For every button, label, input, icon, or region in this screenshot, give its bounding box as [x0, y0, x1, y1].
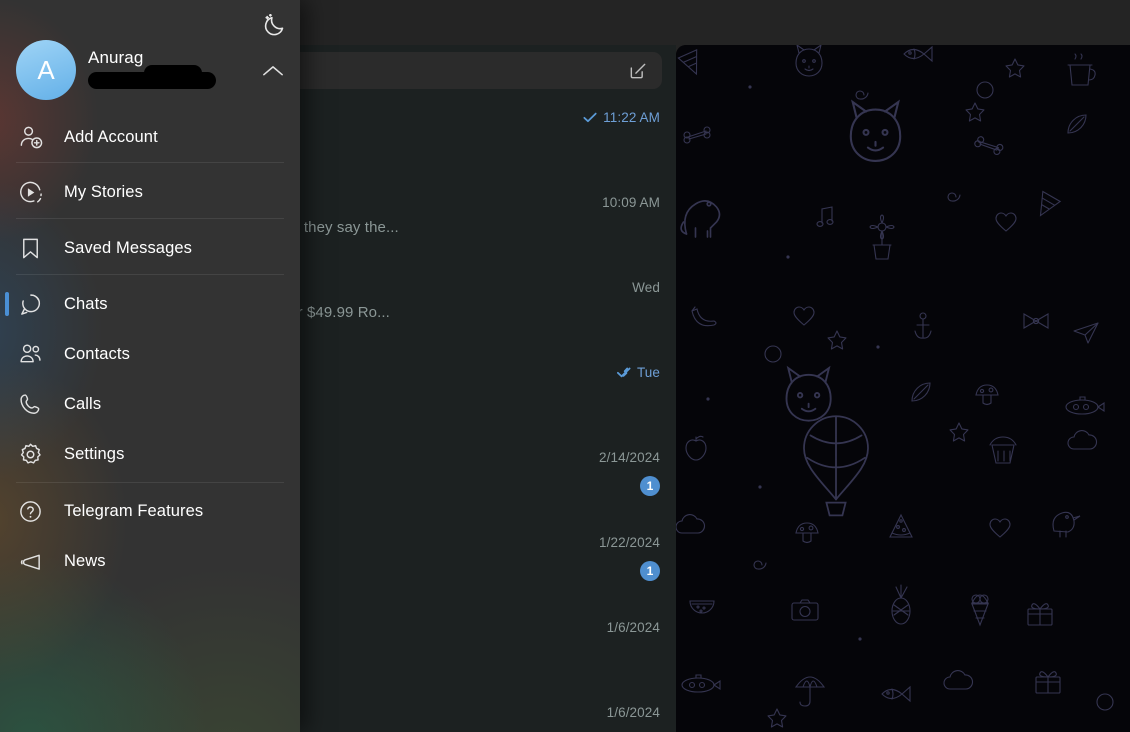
phone-icon — [17, 391, 43, 417]
unread-badge: 1 — [640, 561, 660, 581]
active-indicator — [5, 292, 9, 316]
single-check-icon — [583, 112, 598, 123]
bookmark-icon — [17, 235, 43, 261]
chat-bubble-icon — [17, 291, 43, 317]
chat-row-time: 10:09 AM — [602, 195, 660, 210]
chat-pane — [676, 45, 1130, 732]
menu-item-settings[interactable]: Settings — [0, 429, 300, 479]
profile-phone-redacted — [88, 65, 216, 89]
menu-item-label: Contacts — [64, 344, 130, 363]
menu-item-saved-messages[interactable]: Saved Messages — [0, 223, 300, 273]
menu-item-label: Add Account — [64, 127, 158, 146]
chat-row-meta: Tue — [616, 365, 660, 380]
chat-row-meta: 1/6/2024 — [607, 705, 660, 720]
menu-item-label: News — [64, 551, 106, 570]
chat-row-time: Tue — [636, 365, 660, 380]
stories-icon — [17, 179, 43, 205]
double-check-icon — [616, 367, 632, 378]
main-menu-drawer: A Anurag Add Account My Stories Saved Me… — [0, 0, 300, 732]
megaphone-icon — [17, 548, 43, 574]
moon-icon[interactable] — [260, 12, 288, 40]
menu-item-label: Saved Messages — [64, 238, 192, 257]
chat-row-meta: 11:22 AM — [583, 110, 660, 125]
chat-row-time: 2/14/2024 — [599, 450, 660, 465]
menu-item-label: Chats — [64, 294, 108, 313]
chat-row-meta: 1/6/2024 — [607, 620, 660, 635]
chat-row-meta: 10:09 AM — [602, 195, 660, 210]
menu-item-label: My Stories — [64, 182, 143, 201]
avatar[interactable]: A — [16, 40, 76, 100]
contacts-icon — [17, 341, 43, 367]
chat-row-time: 1/22/2024 — [599, 535, 660, 550]
gear-icon — [17, 441, 43, 467]
menu-item-chats[interactable]: Chats — [0, 279, 300, 329]
divider — [16, 274, 284, 275]
doodle-wallpaper — [676, 45, 1130, 732]
divider — [16, 162, 284, 163]
profile-header[interactable]: A Anurag — [0, 40, 300, 104]
menu-item-label: Telegram Features — [64, 501, 204, 520]
divider — [16, 482, 284, 483]
divider — [16, 218, 284, 219]
question-circle-icon — [17, 498, 43, 524]
menu-item-add-account[interactable]: Add Account — [0, 112, 300, 162]
menu-item-calls[interactable]: Calls — [0, 379, 300, 429]
menu-item-news[interactable]: News — [0, 536, 300, 586]
chat-row-time: 11:22 AM — [603, 110, 660, 125]
menu-item-label: Settings — [64, 444, 125, 463]
profile-name: Anurag — [88, 48, 144, 67]
menu-item-contacts[interactable]: Contacts — [0, 329, 300, 379]
unread-badge: 1 — [640, 476, 660, 496]
compose-icon[interactable] — [628, 61, 648, 81]
chat-row-time: 1/6/2024 — [606, 620, 660, 635]
chat-row-meta: 2/14/2024 — [599, 450, 660, 465]
telegram-window: 11:22 AM 10:09 AM give this code to anyo… — [0, 0, 1130, 732]
chat-row-meta: Wed — [632, 280, 660, 295]
chat-row-time: Wed — [632, 280, 660, 295]
chat-row-meta: 1/22/2024 — [599, 535, 660, 550]
add-account-icon — [17, 124, 43, 150]
chat-row-time: 1/6/2024 — [606, 705, 660, 720]
menu-item-label: Calls — [64, 394, 102, 413]
menu-item-telegram-features[interactable]: Telegram Features — [0, 486, 300, 536]
menu-item-my-stories[interactable]: My Stories — [0, 167, 300, 217]
